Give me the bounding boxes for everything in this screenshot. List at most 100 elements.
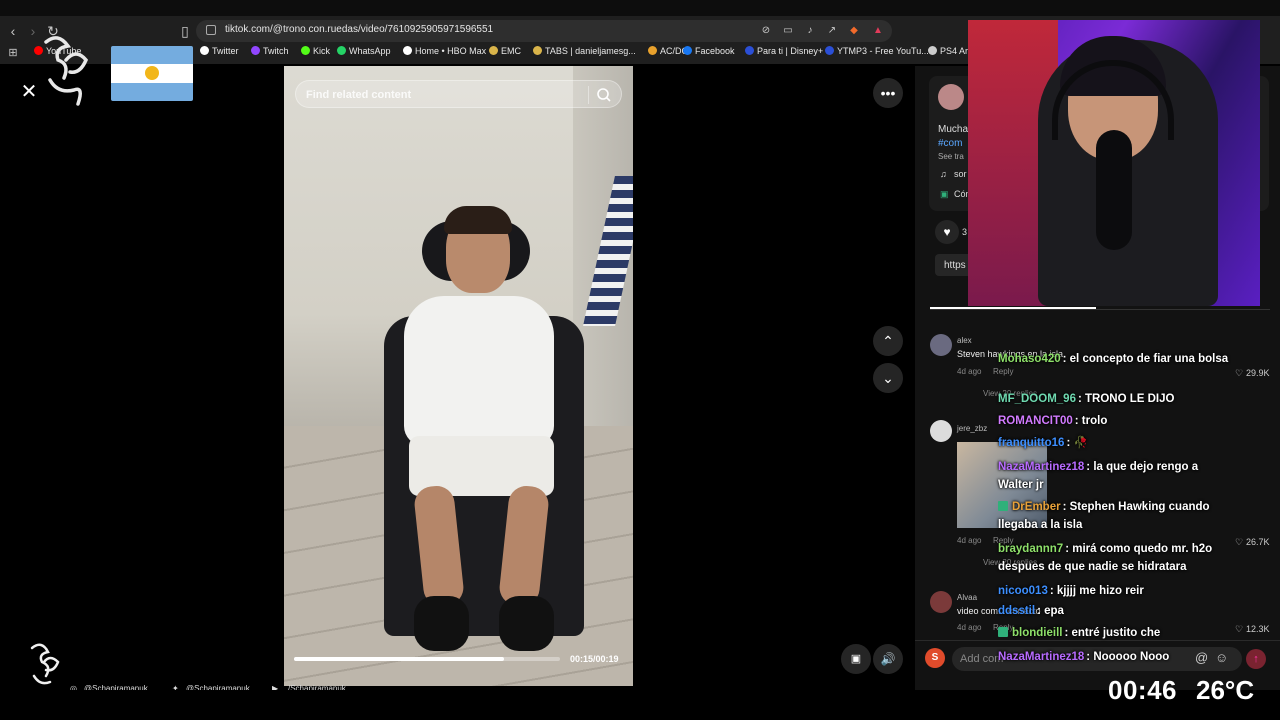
bookmark-item[interactable]: Para ti | Disney+ (745, 46, 823, 56)
comment-avatar[interactable] (930, 334, 952, 356)
url-text[interactable]: tiktok.com/@trono.con.ruedas/video/76109… (225, 24, 493, 35)
comment-age: 4d ago (957, 623, 982, 632)
description-hashtag[interactable]: #com (938, 138, 962, 149)
comment-age: 4d ago (957, 367, 982, 376)
bookmark-favicon-icon (928, 46, 937, 55)
bookmark-favicon-icon (683, 46, 692, 55)
chat-message: ROMANCIT00: trolo (998, 412, 1230, 430)
bookmark-item[interactable]: Facebook (683, 46, 735, 56)
search-input[interactable] (306, 87, 586, 103)
previous-video-button[interactable]: ⌃ (873, 326, 903, 356)
chat-message: nicoo013: kjjjj me hizo reir (998, 582, 1230, 600)
author-avatar[interactable] (938, 84, 964, 110)
clock: 00:46 (1108, 675, 1177, 705)
heart-icon[interactable]: ♡ (1235, 624, 1243, 635)
video-progress-fill (294, 657, 505, 661)
bookmark-label: TABS | danieljamesg... (545, 46, 636, 56)
chat-text: : trolo (1074, 415, 1108, 427)
bookmark-item[interactable]: Twitter (200, 46, 239, 56)
site-info-icon[interactable] (206, 25, 216, 35)
comment-avatar[interactable] (930, 591, 952, 613)
send-icon[interactable]: ↑ (1246, 649, 1266, 669)
video-time: 00:15/00:19 (570, 654, 619, 664)
chat-username: ddsstil (998, 605, 1036, 617)
rewards-icon[interactable]: ▲ (872, 25, 884, 37)
bookmark-item[interactable]: Twitch (251, 46, 289, 56)
bookmark-item[interactable]: WhatsApp (337, 46, 391, 56)
chat-username: franquitto16 (998, 437, 1065, 449)
heart-icon[interactable]: ♡ (1235, 368, 1243, 379)
video-player[interactable] (284, 66, 633, 686)
bookmark-label: Para ti | Disney+ (757, 46, 824, 56)
bookmark-icon[interactable]: ▯ (176, 22, 194, 40)
bookmark-item[interactable]: EMC (489, 46, 521, 56)
chat-username: Mohaso420 (998, 353, 1061, 365)
back-icon[interactable]: ‹ (4, 22, 22, 40)
chat-text: : 🥀 (1066, 437, 1088, 449)
share-icon[interactable]: ↗ (826, 25, 838, 37)
chat-text: : epa (1037, 605, 1064, 617)
tabs-divider (930, 309, 1270, 310)
address-bar[interactable]: tiktok.com/@trono.con.ruedas/video/76109… (196, 20, 892, 42)
cast-icon[interactable]: ▭ (782, 25, 794, 37)
video-scene-shoe (499, 596, 554, 651)
heart-icon[interactable]: ♡ (1235, 537, 1243, 548)
bookmark-label: Kick (313, 46, 331, 56)
chat-message: NazaMartinez18: la que dejo rengo a Walt… (998, 458, 1230, 494)
chat-text: : TRONO LE DIJO (1077, 393, 1175, 405)
chat-badge-icon (998, 501, 1008, 511)
more-options-icon[interactable]: ••• (873, 78, 903, 108)
comment-likes: 29.9K (1246, 368, 1270, 378)
bookmark-item[interactable]: Kick (301, 46, 330, 56)
video-scene-hair (444, 206, 512, 234)
chat-username: NazaMartinez18 (998, 651, 1085, 663)
flag-sun-icon (145, 66, 159, 80)
webcam-overlay (968, 20, 1260, 306)
bookmark-favicon-icon (301, 46, 310, 55)
chat-username: braydannn7 (998, 543, 1064, 555)
chat-message: NazaMartinez18: Nooooo Nooo (998, 648, 1230, 666)
webcam-microphone (1096, 130, 1132, 250)
sound-link[interactable]: sor (954, 169, 967, 179)
bookmark-item[interactable]: Home • HBO Max (403, 46, 486, 56)
browser-tabstrip (0, 0, 1280, 16)
bookmark-item[interactable]: TABS | danieljamesg... (533, 46, 636, 56)
brave-shield-icon[interactable]: ◆ (848, 25, 860, 37)
chat-username: MF_DOOM_96 (998, 393, 1076, 405)
chat-message: blondieill: entré justito che (998, 624, 1230, 642)
bookmark-item[interactable]: YTMP3 - Free YouTu... (825, 46, 929, 56)
bookmark-item[interactable]: AC/DC (648, 46, 688, 56)
see-translation-link[interactable]: See tra (938, 152, 964, 161)
chat-message: braydannn7: mirá como quedo mr. h2o desp… (998, 540, 1230, 576)
chat-username: blondieill (1012, 627, 1063, 639)
search-divider (588, 86, 589, 104)
comment-age: 4d ago (957, 536, 982, 545)
volume-icon[interactable]: 🔊 (873, 644, 903, 674)
bookmark-favicon-icon (200, 46, 209, 55)
music-icon[interactable]: ♪ (804, 25, 816, 37)
chat-message: Mohaso420: el concepto de fiar una bolsa (998, 350, 1230, 368)
comment-user[interactable]: jere_zbz (957, 424, 987, 433)
comment-user[interactable]: Alvaa (957, 593, 977, 602)
temperature: 26°C (1196, 675, 1255, 705)
floating-player-icon[interactable]: ▣ (841, 644, 871, 674)
like-icon[interactable]: ♥ (935, 220, 959, 244)
chat-message: franquitto16: 🥀 (998, 434, 1230, 452)
my-avatar[interactable]: S (925, 648, 945, 668)
search-box[interactable] (295, 80, 622, 108)
copy-link-text[interactable]: https (944, 260, 966, 271)
video-progress-bar[interactable] (294, 657, 560, 661)
search-icon[interactable] (596, 87, 612, 103)
chat-username: nicoo013 (998, 585, 1048, 597)
no-track-icon[interactable]: ⊘ (760, 25, 772, 37)
chat-message: DrEmber: Stephen Hawking cuando llegaba … (998, 498, 1230, 534)
apps-icon[interactable]: ⊞ (4, 44, 22, 62)
description-text: Mucha (938, 124, 969, 135)
bookmark-label: Facebook (695, 46, 735, 56)
comment-user[interactable]: alex (957, 336, 972, 345)
bookmark-label: Home • HBO Max (415, 46, 487, 56)
comment-avatar[interactable] (930, 420, 952, 442)
chat-username: ROMANCIT00 (998, 415, 1073, 427)
next-video-button[interactable]: ⌄ (873, 363, 903, 393)
channel-logo (44, 36, 89, 106)
